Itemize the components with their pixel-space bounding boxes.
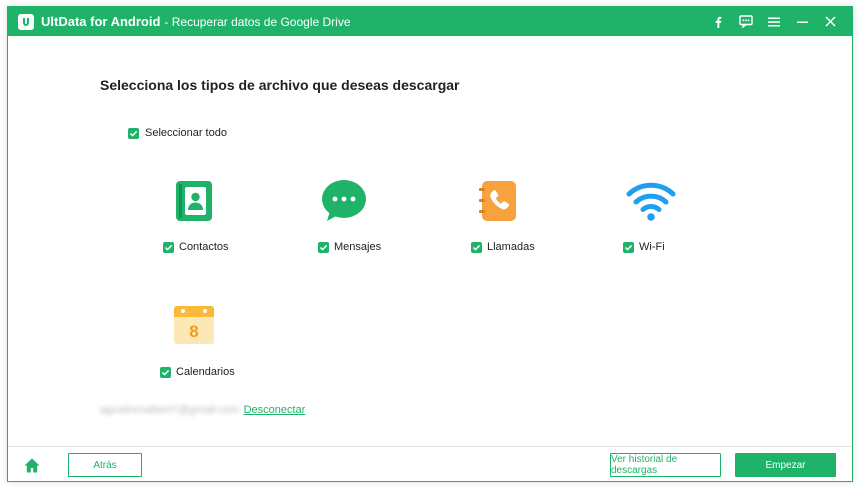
- feedback-icon[interactable]: [732, 7, 760, 36]
- footer-bar: Atrás Ver historial de descargas Empezar: [8, 446, 852, 483]
- app-window: UltData for Android - Recuperar datos de…: [7, 6, 853, 482]
- app-subtitle: - Recuperar datos de Google Drive: [164, 14, 351, 29]
- category-label: Contactos: [179, 241, 229, 253]
- back-button[interactable]: Atrás: [68, 453, 142, 477]
- account-info: agustinmalbert7@gmail.com Desconectar: [100, 404, 305, 416]
- calls-icon: [474, 177, 522, 225]
- app-logo-icon: [18, 13, 34, 30]
- account-email: agustinmalbert7@gmail.com: [100, 404, 240, 416]
- minimize-icon[interactable]: [788, 7, 816, 36]
- contacts-icon: [170, 177, 218, 225]
- checkbox-checked-icon[interactable]: [318, 241, 329, 253]
- messages-icon: [320, 177, 368, 225]
- calendar-icon: 8: [170, 300, 218, 348]
- checkbox-checked-icon[interactable]: [163, 241, 174, 253]
- download-history-button[interactable]: Ver historial de descargas: [610, 453, 721, 477]
- close-icon[interactable]: [816, 7, 844, 36]
- wifi-icon: [626, 177, 676, 225]
- calendar-day: 8: [189, 322, 198, 341]
- app-name: UltData for Android: [41, 14, 161, 29]
- checkbox-checked-icon[interactable]: [128, 127, 139, 139]
- facebook-icon[interactable]: [704, 7, 732, 36]
- home-icon[interactable]: [22, 456, 42, 476]
- select-all-checkbox[interactable]: Seleccionar todo: [128, 127, 227, 139]
- checkbox-checked-icon[interactable]: [160, 366, 171, 378]
- disconnect-link[interactable]: Desconectar: [244, 404, 306, 416]
- title-bar: UltData for Android - Recuperar datos de…: [8, 7, 852, 36]
- category-label: Llamadas: [487, 241, 535, 253]
- checkbox-checked-icon[interactable]: [471, 241, 482, 253]
- page-title: Selecciona los tipos de archivo que dese…: [100, 77, 460, 93]
- category-label: Wi-Fi: [639, 241, 665, 253]
- checkbox-checked-icon[interactable]: [623, 241, 634, 253]
- menu-icon[interactable]: [760, 7, 788, 36]
- category-label: Mensajes: [334, 241, 382, 253]
- category-label: Calendarios: [176, 366, 235, 378]
- start-button[interactable]: Empezar: [735, 453, 836, 477]
- select-all-label: Seleccionar todo: [145, 127, 227, 139]
